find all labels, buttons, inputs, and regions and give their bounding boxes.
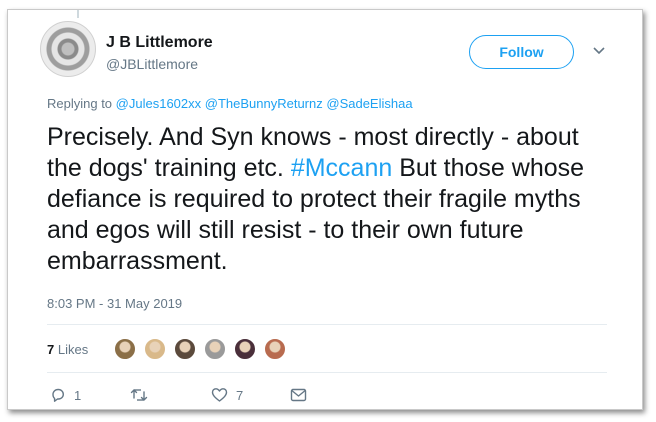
liker-avatar[interactable]: [174, 338, 196, 360]
likes-number: 7: [47, 342, 55, 357]
author-name[interactable]: J B Littlemore: [106, 34, 213, 52]
divider: [47, 324, 607, 325]
divider: [47, 372, 607, 373]
likes-count[interactable]: 7 Likes: [47, 342, 88, 357]
retweet-action[interactable]: [130, 386, 156, 404]
retweet-icon: [130, 389, 148, 401]
reply-icon: [52, 388, 64, 402]
reply-action[interactable]: 1: [50, 386, 81, 404]
follow-button[interactable]: Follow: [469, 35, 574, 69]
thread-line: [77, 10, 79, 18]
reply-count: 1: [74, 387, 82, 403]
liker-avatar[interactable]: [204, 338, 226, 360]
like-action[interactable]: 7: [211, 386, 243, 404]
timestamp[interactable]: 8:03 PM - 31 May 2019: [47, 296, 182, 311]
replying-to: Replying to @Jules1602xx @TheBunnyReturn…: [47, 96, 413, 111]
like-count: 7: [236, 387, 244, 403]
mention-link[interactable]: @Jules1602xx: [116, 96, 201, 111]
liker-avatar[interactable]: [114, 338, 136, 360]
avatar[interactable]: [40, 21, 96, 77]
mention-link[interactable]: @TheBunnyReturnz: [205, 96, 323, 111]
mention-link[interactable]: @SadeElishaa: [326, 96, 412, 111]
author-handle[interactable]: @JBLittlemore: [106, 56, 198, 72]
chevron-down-icon[interactable]: [592, 44, 606, 58]
liker-avatar[interactable]: [144, 338, 166, 360]
liker-avatar[interactable]: [264, 338, 286, 360]
liker-avatar[interactable]: [234, 338, 256, 360]
replying-to-label: Replying to: [47, 96, 113, 111]
envelope-icon: [290, 388, 307, 402]
tweet-text: Precisely. And Syn knows - most directly…: [47, 122, 617, 277]
likes-label: Likes: [57, 342, 89, 357]
direct-message-action[interactable]: [290, 386, 307, 404]
heart-icon: [211, 388, 228, 402]
hashtag-link[interactable]: #Mccann: [291, 154, 392, 182]
